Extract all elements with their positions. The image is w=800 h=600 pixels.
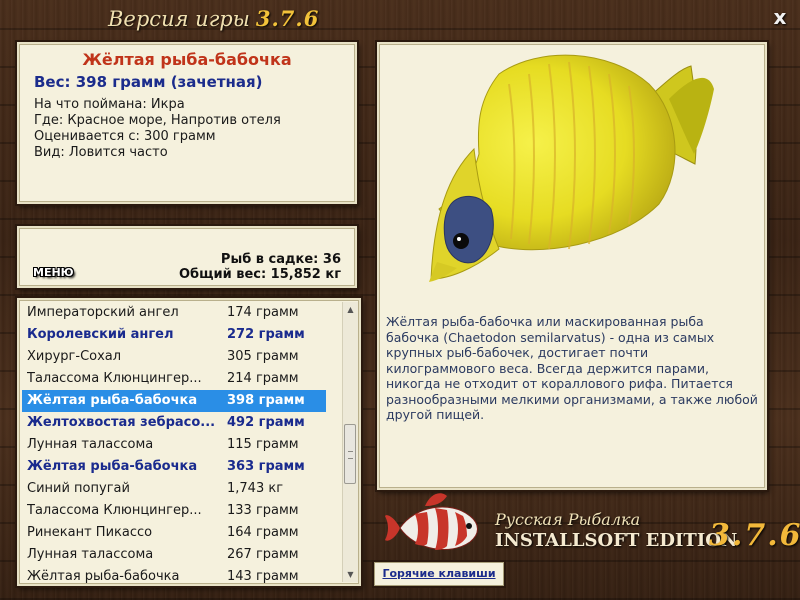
fish-weight: Вес: 398 грамм (зачетная) bbox=[34, 73, 263, 91]
fish-info-panel: Жёлтая рыба-бабочка Вес: 398 грамм (заче… bbox=[17, 42, 357, 204]
frequency-info: Вид: Ловится часто bbox=[34, 145, 168, 160]
total-weight: Общий вес: 15,852 кг bbox=[178, 267, 341, 282]
stats-panel: МЕНЮ Рыб в садке: 36 Общий вес: 15,852 к… bbox=[17, 226, 357, 288]
catch-fish-weight: 174 грамм bbox=[227, 305, 299, 320]
catch-fish-name: Синий попугай bbox=[27, 481, 130, 496]
catch-list-row[interactable]: Ринекант Пикассо 164 грамм bbox=[22, 522, 326, 544]
catch-fish-name: Хирург-Сохал bbox=[27, 349, 122, 364]
butterflyfish-image bbox=[429, 54, 714, 282]
catch-fish-name: Талассома Клюнцингер... bbox=[27, 371, 202, 386]
catch-fish-weight: 492 грамм bbox=[227, 415, 305, 430]
catch-fish-name: Жёлтая рыба-бабочка bbox=[27, 393, 198, 408]
catch-list: Императорский ангел 174 грамм Королевский … bbox=[22, 302, 326, 584]
scroll-thumb[interactable] bbox=[344, 424, 356, 484]
version-label-text: Версия игры bbox=[108, 7, 250, 31]
fish-name: Жёлтая рыба-бабочка bbox=[82, 50, 292, 69]
catch-fish-weight: 1,743 кг bbox=[227, 481, 284, 496]
catch-fish-name: Талассома Клюнцингер... bbox=[27, 503, 202, 518]
catch-list-row[interactable]: Императорский ангел 174 грамм bbox=[22, 302, 326, 324]
brand-title: INSTALLSOFT EDITION bbox=[495, 530, 738, 551]
title-bar: Версия игры 3.7.6 x bbox=[0, 0, 800, 36]
min-weight-info: Оценивается с: 300 грамм bbox=[34, 129, 216, 144]
catch-fish-weight: 133 грамм bbox=[227, 503, 299, 518]
brand-subtitle: Русская Рыбалка bbox=[495, 510, 641, 529]
fish-description: Жёлтая рыба-бабочка или маскированная ры… bbox=[386, 314, 758, 422]
scroll-up-arrow-icon[interactable]: ▲ bbox=[343, 302, 358, 317]
menu-button[interactable]: МЕНЮ bbox=[33, 266, 74, 279]
catch-list-row[interactable]: Жёлтая рыба-бабочка 363 грамм bbox=[22, 456, 326, 478]
catch-fish-weight: 272 грамм bbox=[227, 327, 305, 342]
catch-list-row[interactable]: Талассома Клюнцингер... 133 грамм bbox=[22, 500, 326, 522]
catch-fish-weight: 164 грамм bbox=[227, 525, 299, 540]
catch-list-row[interactable]: Синий попугай 1,743 кг bbox=[22, 478, 326, 500]
catch-fish-weight: 115 грамм bbox=[227, 437, 299, 452]
catch-fish-name: Лунная талассома bbox=[27, 437, 154, 452]
close-button[interactable]: x bbox=[768, 6, 792, 28]
catch-fish-name: Жёлтая рыба-бабочка bbox=[27, 459, 198, 474]
list-scrollbar[interactable]: ▲ ▼ bbox=[342, 302, 358, 582]
catch-list-row[interactable]: Лунная талассома 115 грамм bbox=[22, 434, 326, 456]
catch-list-row[interactable]: Лунная талассома 267 грамм bbox=[22, 544, 326, 566]
catch-list-row[interactable]: Королевский ангел 272 грамм bbox=[22, 324, 326, 346]
brand-fish-icon bbox=[385, 493, 478, 550]
brand-logo: Русская Рыбалка INSTALLSOFT EDITION 3.7.… bbox=[385, 488, 800, 568]
catch-fish-weight: 143 грамм bbox=[227, 569, 299, 584]
fish-count: Рыб в садке: 36 bbox=[220, 252, 341, 267]
catch-fish-name: Желтохвостая зебрасо... bbox=[27, 415, 216, 430]
catch-fish-weight: 398 грамм bbox=[227, 393, 305, 408]
hotkeys-button[interactable]: Горячие клавиши bbox=[374, 562, 504, 586]
catch-list-row[interactable]: Талассома Клюнцингер... 214 грамм bbox=[22, 368, 326, 390]
bait-info: На что поймана: Икра bbox=[34, 97, 185, 112]
catch-list-row[interactable]: Желтохвостая зебрасо... 492 грамм bbox=[22, 412, 326, 434]
catch-list-panel: Императорский ангел 174 грамм Королевский … bbox=[17, 298, 361, 586]
fish-image-panel: Жёлтая рыба-бабочка или маскированная ры… bbox=[377, 42, 767, 490]
version-number: 3.7.6 bbox=[255, 6, 320, 31]
catch-fish-weight: 363 грамм bbox=[227, 459, 305, 474]
catch-fish-name: Королевский ангел bbox=[27, 327, 174, 342]
catch-list-row[interactable]: Жёлтая рыба-бабочка 143 грамм bbox=[22, 566, 326, 584]
catch-fish-weight: 305 грамм bbox=[227, 349, 299, 364]
catch-fish-name: Лунная талассома bbox=[27, 547, 154, 562]
catch-fish-weight: 267 грамм bbox=[227, 547, 299, 562]
catch-fish-weight: 214 грамм bbox=[227, 371, 299, 386]
catch-list-row[interactable]: Жёлтая рыба-бабочка 398 грамм bbox=[22, 390, 326, 412]
catch-list-row[interactable]: Хирург-Сохал 305 грамм bbox=[22, 346, 326, 368]
scroll-down-arrow-icon[interactable]: ▼ bbox=[343, 567, 358, 582]
brand-version: 3.7.6 bbox=[709, 518, 800, 553]
catch-fish-name: Жёлтая рыба-бабочка bbox=[27, 569, 180, 584]
catch-fish-name: Императорский ангел bbox=[27, 305, 179, 320]
location-info: Где: Красное море, Напротив отеля bbox=[34, 113, 281, 128]
version-label: Версия игры 3.7.6 bbox=[108, 6, 319, 31]
catch-fish-name: Ринекант Пикассо bbox=[27, 525, 153, 540]
